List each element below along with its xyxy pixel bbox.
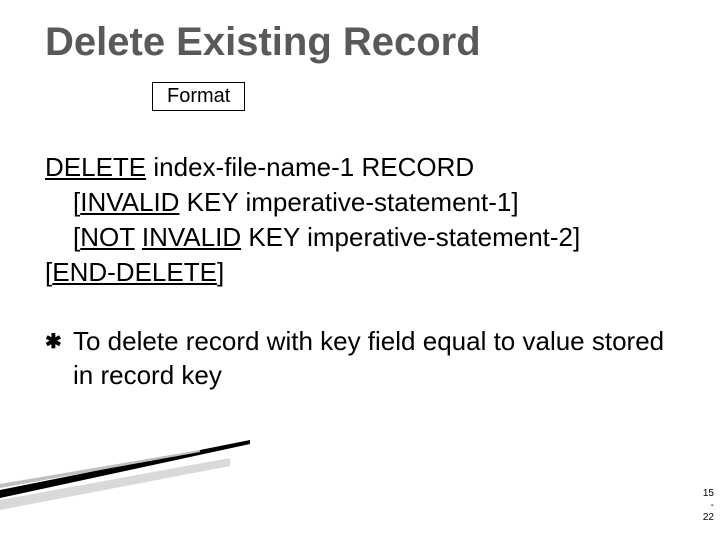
syntax-text: KEY imperative-statement-2] [241,222,580,252]
slide-decoration [0,440,260,510]
page-number-page: 22 [703,512,714,524]
keyword-end-delete: END-DELETE [52,257,217,287]
syntax-indent: [INVALID KEY imperative-statement-1] [45,185,519,220]
page-number: 15 - 22 [703,488,714,524]
space [135,222,142,252]
keyword-delete: DELETE [45,152,146,182]
syntax-text: KEY imperative-statement-1] [179,187,518,217]
format-box: Format [152,82,245,111]
syntax-line-4: [END-DELETE] [45,255,580,290]
syntax-block: DELETE index-file-name-1 RECORD [INVALID… [45,150,580,290]
syntax-text: index-file-name-1 RECORD [146,152,474,182]
syntax-indent: [NOT INVALID KEY imperative-statement-2] [45,220,580,255]
syntax-line-3: [NOT INVALID KEY imperative-statement-2] [45,220,580,255]
bullet-text: To delete record with key field equal to… [73,325,675,393]
slide-title: Delete Existing Record [45,20,481,65]
page-number-chapter: 15 [703,488,714,500]
syntax-line-2: [INVALID KEY imperative-statement-1] [45,185,580,220]
bracket-close: ] [217,257,224,287]
keyword-invalid: INVALID [80,187,179,217]
bullet-glyph-icon: ✱ [45,325,73,355]
keyword-invalid: INVALID [142,222,241,252]
slide: Delete Existing Record Format DELETE ind… [0,0,720,540]
keyword-not: NOT [80,222,134,252]
syntax-line-1: DELETE index-file-name-1 RECORD [45,150,580,185]
bullet-item: ✱ To delete record with key field equal … [45,325,675,393]
page-number-dash: - [703,500,714,512]
